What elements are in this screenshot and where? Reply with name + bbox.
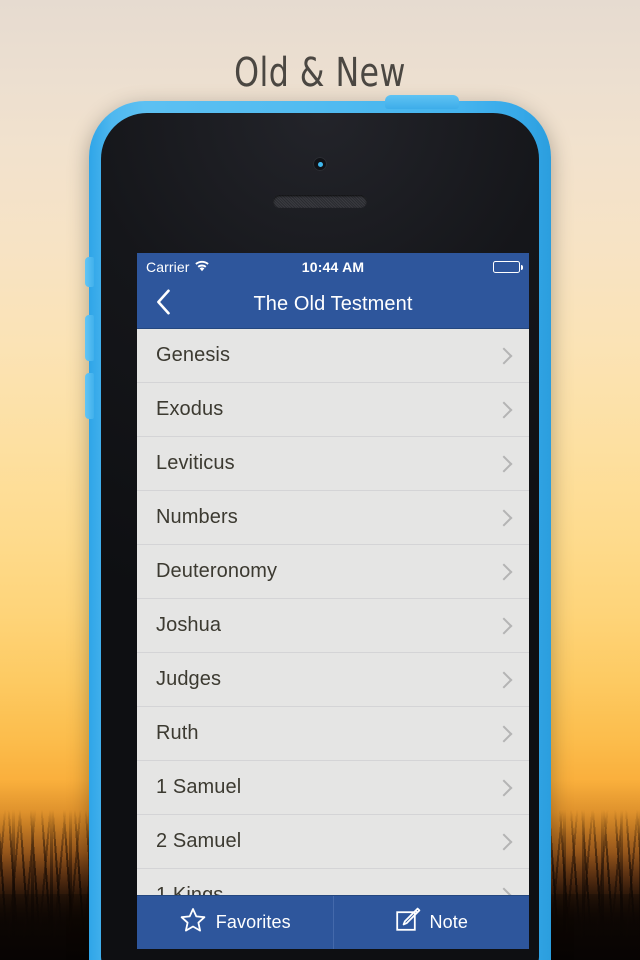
list-item-label: 1 Kings [156,884,224,895]
book-list[interactable]: Genesis Exodus Leviticus Numbers Deutero… [137,329,529,895]
front-camera-icon [313,157,327,171]
status-bar: Carrier 10:44 AM [137,253,529,280]
list-item-label: Genesis [156,344,231,366]
favorites-label: Favorites [215,912,291,932]
chevron-right-icon [495,563,513,580]
table-row[interactable]: Numbers [137,491,529,545]
chevron-right-icon [495,725,513,742]
table-row[interactable]: 1 Samuel [137,761,529,815]
table-row[interactable]: Deuteronomy [137,545,529,599]
list-item-label: Leviticus [156,452,235,474]
table-row[interactable]: Joshua [137,599,529,653]
chevron-right-icon [495,455,513,472]
phone-front-face: Carrier 10:44 AM The Old Testment Genesi… [101,113,539,960]
list-item-label: Numbers [156,506,238,528]
bottom-toolbar: Favorites Note [137,895,529,949]
note-label: Note [429,912,468,932]
list-item-label: Judges [156,668,222,690]
status-bar-right [493,260,523,273]
list-item-label: Joshua [156,614,222,636]
wifi-icon [194,259,210,275]
list-item-label: Deuteronomy [156,560,278,582]
table-row[interactable]: Ruth [137,707,529,761]
list-item-label: 2 Samuel [156,830,242,852]
chevron-right-icon [495,833,513,850]
table-row[interactable]: Leviticus [137,437,529,491]
table-row[interactable]: Exodus [137,383,529,437]
chevron-right-icon [495,779,513,796]
list-item-label: Ruth [156,722,199,744]
nav-title: The Old Testment [253,292,413,315]
battery-full-icon [493,260,523,273]
table-row[interactable]: Genesis [137,329,529,383]
mute-switch[interactable] [85,257,94,287]
power-button[interactable] [385,95,459,109]
star-outline-icon [179,907,207,939]
volume-down-button[interactable] [85,373,94,419]
note-button[interactable]: Note [332,896,530,949]
carrier-label: Carrier [146,258,190,275]
chevron-right-icon [495,509,513,526]
back-button[interactable] [137,280,189,328]
chevron-left-icon [156,289,171,320]
compose-pencil-icon [395,907,421,938]
chevron-right-icon [495,347,513,364]
chevron-right-icon [495,887,513,895]
page-title: Old & New [234,50,406,96]
list-item-label: 1 Samuel [156,776,242,798]
chevron-right-icon [495,401,513,418]
table-row[interactable]: Judges [137,653,529,707]
chevron-right-icon [495,671,513,688]
status-bar-left: Carrier [146,259,210,275]
table-row[interactable]: 1 Kings [137,869,529,895]
chevron-right-icon [495,617,513,634]
volume-up-button[interactable] [85,315,94,361]
favorites-button[interactable]: Favorites [137,896,333,949]
earpiece-speaker [273,195,367,208]
phone-screen: Carrier 10:44 AM The Old Testment Genesi… [137,253,529,949]
list-item-label: Exodus [156,398,224,420]
navigation-bar: The Old Testment [137,280,529,329]
iphone-device: Carrier 10:44 AM The Old Testment Genesi… [85,95,551,960]
table-row[interactable]: 2 Samuel [137,815,529,869]
